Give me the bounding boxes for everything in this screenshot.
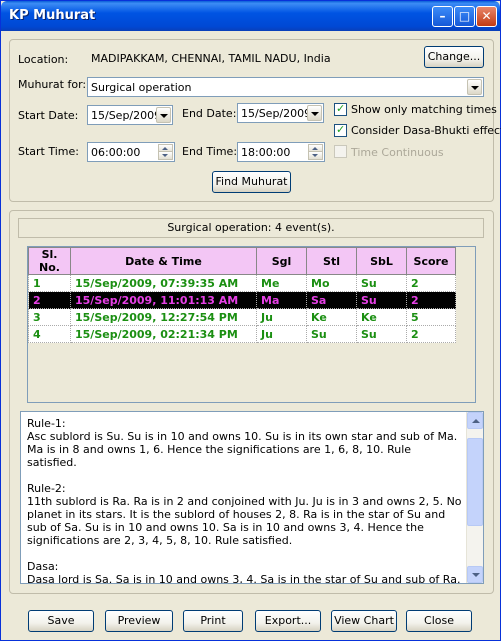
table-row[interactable]: 4 15/Sep/2009, 02:21:34 PM Ju Su Su 2 (28, 325, 456, 343)
cell-stl: Su (306, 325, 357, 343)
table-row-selected[interactable]: 2 15/Sep/2009, 11:01:13 AM Ma Sa Su 2 (28, 291, 456, 309)
table-row[interactable]: 3 15/Sep/2009, 12:27:54 PM Ju Ke Ke 5 (28, 308, 456, 326)
end-date-value: 15/Sep/2009 (241, 107, 312, 120)
rule-2-text: 11th sublord is Ra. Ra is in 2 and conjo… (27, 495, 462, 547)
cell-sbl: Su (356, 325, 407, 343)
start-date-picker[interactable]: 15/Sep/2009 (87, 105, 173, 125)
cell-sgl: Ju (256, 308, 307, 326)
find-muhurat-button[interactable]: Find Muhurat (212, 171, 291, 193)
view-chart-button[interactable]: View Chart (331, 610, 397, 632)
column-header[interactable]: Stl (306, 247, 357, 275)
cell-sl-no: 4 (28, 325, 71, 343)
rule-2-block: Rule-2: 11th sublord is Ra. Ra is in 2 a… (27, 482, 463, 547)
table-row[interactable]: 1 15/Sep/2009, 07:39:35 AM Me Mo Su 2 (28, 274, 456, 292)
cell-sl-no: 2 (28, 291, 71, 309)
dasa-bhukti-label[interactable]: Consider Dasa-Bhukti effect (351, 124, 501, 137)
results-summary: Surgical operation: 4 event(s). (18, 218, 484, 238)
start-date-value: 15/Sep/2009 (91, 109, 162, 122)
muhurat-for-label: Muhurat for: (18, 78, 87, 91)
end-time-value: 18:00:00 (241, 146, 291, 159)
time-continuous-label: Time Continuous (351, 146, 444, 159)
cell-sgl: Me (256, 274, 307, 292)
location-field: MADIPAKKAM, CHENNAI, TAMIL NADU, India (87, 49, 419, 68)
end-date-picker[interactable]: 15/Sep/2009 (237, 103, 324, 123)
end-time-label: End Time: (182, 145, 238, 158)
end-time-stepper[interactable]: 18:00:00 (237, 142, 325, 162)
preview-button[interactable]: Preview (105, 610, 173, 632)
cell-score: 2 (406, 325, 456, 343)
cell-date-time: 15/Sep/2009, 12:27:54 PM (70, 308, 257, 326)
scroll-down-icon[interactable] (467, 566, 483, 583)
end-date-label: End Date: (182, 107, 237, 120)
muhurat-type-dropdown[interactable]: Surgical operation (87, 77, 484, 97)
cell-stl: Sa (306, 291, 357, 309)
cell-stl: Ke (306, 308, 357, 326)
scroll-up-icon[interactable] (467, 412, 483, 429)
column-header[interactable]: Date & Time (70, 247, 257, 275)
cell-sbl: Ke (356, 308, 407, 326)
cell-sl-no: 3 (28, 308, 71, 326)
dasa-block: Dasa: Dasa lord is Sa. Sa is in 10 and o… (27, 560, 463, 584)
cell-sgl: Ju (256, 325, 307, 343)
cell-sbl: Su (356, 291, 407, 309)
close-button[interactable]: Close (406, 610, 472, 632)
spin-down-icon[interactable] (158, 151, 173, 160)
column-header[interactable]: Score (406, 247, 456, 275)
details-content: Rule-1: Asc sublord is Su. Su is in 10 a… (27, 417, 463, 584)
spin-down-icon[interactable] (308, 151, 323, 160)
cell-sbl: Su (356, 274, 407, 292)
chevron-down-icon[interactable] (156, 107, 171, 123)
chevron-down-icon[interactable] (467, 79, 482, 95)
start-time-label: Start Time: (18, 145, 79, 158)
export-button[interactable]: Export... (255, 610, 321, 632)
start-time-stepper[interactable]: 06:00:00 (87, 142, 175, 162)
title-bar[interactable]: KP Muhurat – □ ✕ (1, 1, 500, 31)
close-window-button[interactable]: ✕ (476, 6, 497, 27)
cell-date-time: 15/Sep/2009, 11:01:13 AM (70, 291, 257, 309)
results-table: Sl. No. Date & Time Sgl Stl SbL Score 1 … (28, 247, 456, 343)
print-button[interactable]: Print (183, 610, 243, 632)
dasa-text: Dasa lord is Sa. Sa is in 10 and owns 3,… (27, 573, 461, 584)
maximize-button[interactable]: □ (454, 6, 475, 27)
show-matching-label[interactable]: Show only matching times (351, 103, 497, 116)
close-icon: ✕ (481, 9, 492, 23)
column-header[interactable]: Sgl (256, 247, 307, 275)
column-header[interactable]: Sl. No. (28, 247, 71, 275)
table-header-row: Sl. No. Date & Time Sgl Stl SbL Score (28, 247, 456, 275)
cell-sl-no: 1 (28, 274, 71, 292)
maximize-icon: □ (458, 9, 471, 23)
details-textarea[interactable]: Rule-1: Asc sublord is Su. Su is in 10 a… (20, 411, 484, 584)
column-header[interactable]: SbL (356, 247, 407, 275)
minimize-button[interactable]: – (432, 6, 453, 27)
cell-stl: Mo (306, 274, 357, 292)
details-scrollbar[interactable] (466, 412, 483, 583)
change-location-button[interactable]: Change... (424, 46, 484, 68)
location-label: Location: (18, 53, 69, 66)
dasa-bhukti-checkbox[interactable] (334, 123, 347, 137)
save-button[interactable]: Save (28, 610, 94, 632)
chevron-down-icon[interactable] (307, 105, 322, 121)
cell-score: 2 (406, 274, 456, 292)
location-value: MADIPAKKAM, CHENNAI, TAMIL NADU, India (91, 52, 331, 65)
start-date-label: Start Date: (18, 109, 79, 122)
dasa-heading: Dasa: (27, 560, 59, 573)
rule-1-block: Rule-1: Asc sublord is Su. Su is in 10 a… (27, 417, 463, 469)
cell-sgl: Ma (256, 291, 307, 309)
minimize-icon: – (439, 9, 446, 23)
cell-score: 5 (406, 308, 456, 326)
results-table-container: Sl. No. Date & Time Sgl Stl SbL Score 1 … (27, 246, 476, 403)
cell-score: 2 (406, 291, 456, 309)
cell-date-time: 15/Sep/2009, 02:21:34 PM (70, 325, 257, 343)
time-continuous-checkbox (334, 145, 347, 158)
kp-muhurat-window: KP Muhurat – □ ✕ Location: MADIPAKKAM, C… (0, 0, 501, 641)
rule-2-heading: Rule-2: (27, 482, 66, 495)
rule-1-text: Asc sublord is Su. Su is in 10 and owns … (27, 430, 458, 469)
window-title: KP Muhurat (9, 8, 96, 23)
show-matching-checkbox[interactable] (334, 102, 347, 116)
rule-1-heading: Rule-1: (27, 417, 66, 430)
cell-date-time: 15/Sep/2009, 07:39:35 AM (70, 274, 257, 292)
start-time-value: 06:00:00 (91, 146, 141, 159)
scroll-thumb[interactable] (467, 438, 483, 526)
muhurat-type-value: Surgical operation (91, 81, 192, 94)
